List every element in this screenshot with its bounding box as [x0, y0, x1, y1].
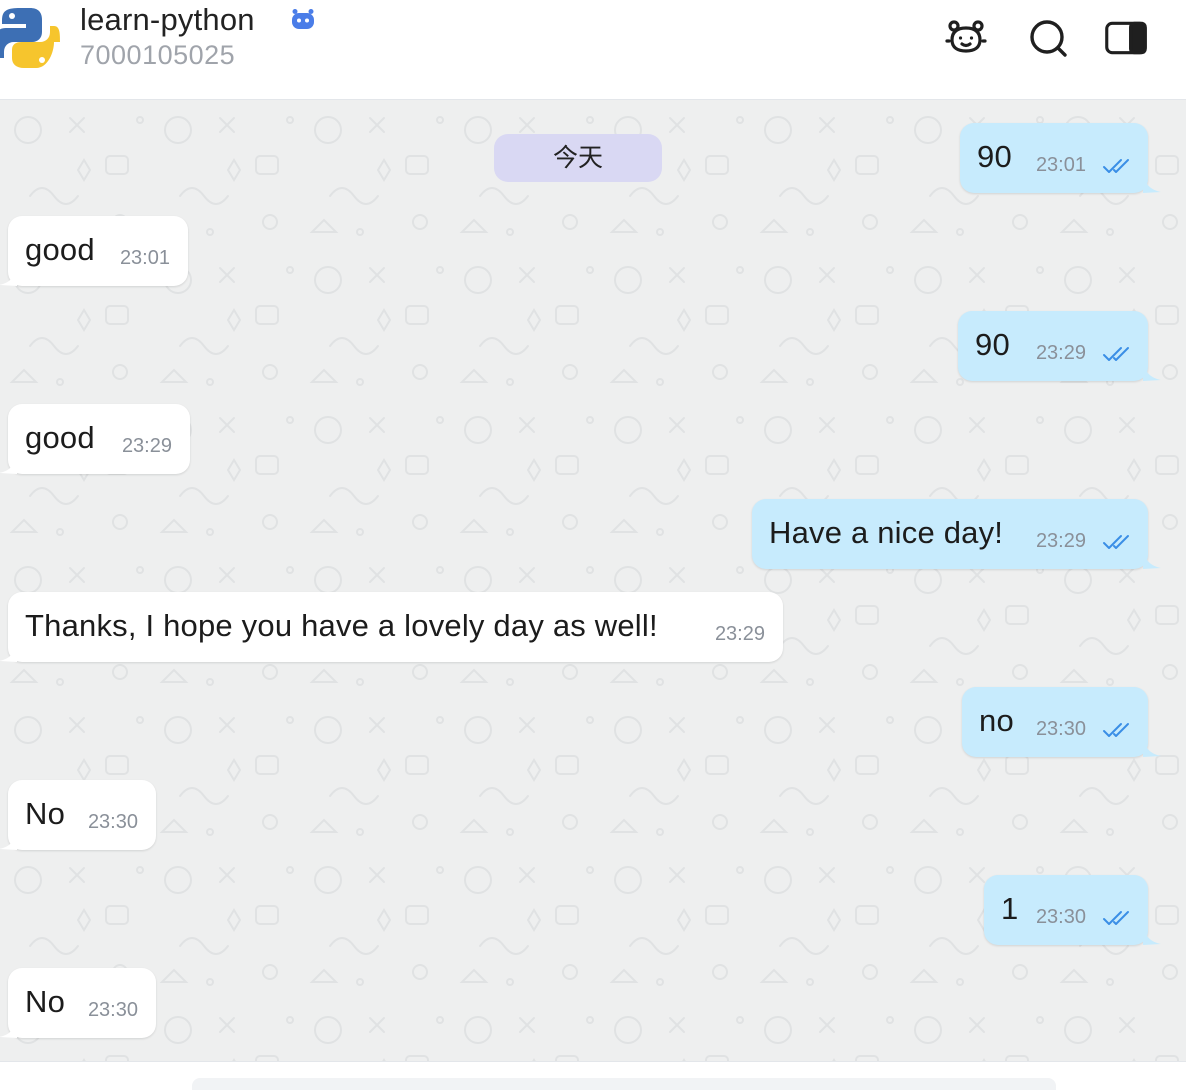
- message-time: 23:01: [119, 247, 170, 269]
- chat-subtitle: 7000105025: [80, 40, 236, 70]
- bubble-tail: [0, 1018, 17, 1038]
- bubble-tail: [0, 266, 17, 286]
- message-list[interactable]: 今天 90 23:01 good 23:01 90 23:29 good 23:…: [0, 100, 1186, 1061]
- chat-header: learn-python 7000105025: [0, 0, 1186, 100]
- message-time: 23:30: [1035, 718, 1086, 740]
- incoming-message[interactable]: No 23:30: [0, 968, 156, 1038]
- message-text: Thanks, I hope you have a lovely day as …: [25, 608, 658, 643]
- bubble-tail: [1143, 173, 1161, 193]
- message-time: 23:29: [1035, 530, 1086, 552]
- bubble-tail: [1143, 549, 1161, 569]
- double-check-icon: [1103, 535, 1129, 549]
- incoming-message[interactable]: good 23:29: [0, 404, 190, 474]
- chat-window: learn-python 7000105025 今天 90 23:01 good…: [0, 0, 1186, 1090]
- bubble-tail: [0, 642, 17, 662]
- search-icon[interactable]: [1026, 16, 1070, 60]
- bubble-tail: [0, 830, 17, 850]
- message-time: 23:01: [1035, 154, 1086, 176]
- double-check-icon: [1103, 347, 1129, 361]
- chat-title: learn-python: [80, 2, 255, 37]
- bubble-tail: [0, 454, 17, 474]
- outgoing-message[interactable]: 90 23:29: [958, 311, 1161, 381]
- outgoing-message[interactable]: Have a nice day! 23:29: [752, 499, 1161, 569]
- bubble-tail: [1143, 737, 1161, 757]
- message-text: 90: [975, 327, 1010, 362]
- date-separator: 今天: [494, 134, 662, 182]
- message-time: 23:30: [87, 811, 138, 833]
- message-time: 23:29: [121, 435, 172, 457]
- message-text: good: [25, 420, 95, 455]
- double-check-icon: [1103, 911, 1129, 925]
- message-text: no: [979, 703, 1014, 738]
- outgoing-message[interactable]: 1 23:30: [984, 875, 1161, 945]
- bot-icon[interactable]: [944, 16, 988, 60]
- python-logo-icon[interactable]: [0, 2, 60, 74]
- bubble-tail: [1143, 361, 1161, 381]
- bot-badge-icon: [292, 9, 314, 29]
- double-check-icon: [1103, 159, 1129, 173]
- message-time: 23:30: [87, 999, 138, 1021]
- message-time: 23:29: [1035, 342, 1086, 364]
- message-text: good: [25, 232, 95, 267]
- double-check-icon: [1103, 723, 1129, 737]
- message-text: 90: [977, 139, 1012, 174]
- message-time: 23:30: [1035, 906, 1086, 928]
- sidebar-toggle-icon[interactable]: [1104, 16, 1148, 60]
- message-text: Have a nice day!: [769, 515, 1004, 550]
- incoming-message[interactable]: Thanks, I hope you have a lovely day as …: [0, 592, 783, 662]
- message-input[interactable]: [192, 1078, 1056, 1090]
- outgoing-message[interactable]: 90 23:01: [960, 123, 1161, 193]
- message-text: No: [25, 796, 66, 831]
- composer-bar: [0, 1061, 1186, 1090]
- bubble-tail: [1143, 925, 1161, 945]
- incoming-message[interactable]: good 23:01: [0, 216, 188, 286]
- message-time: 23:29: [714, 623, 765, 645]
- message-text: No: [25, 984, 66, 1019]
- message-text: 1: [1001, 891, 1019, 926]
- incoming-message[interactable]: No 23:30: [0, 780, 156, 850]
- outgoing-message[interactable]: no 23:30: [962, 687, 1161, 757]
